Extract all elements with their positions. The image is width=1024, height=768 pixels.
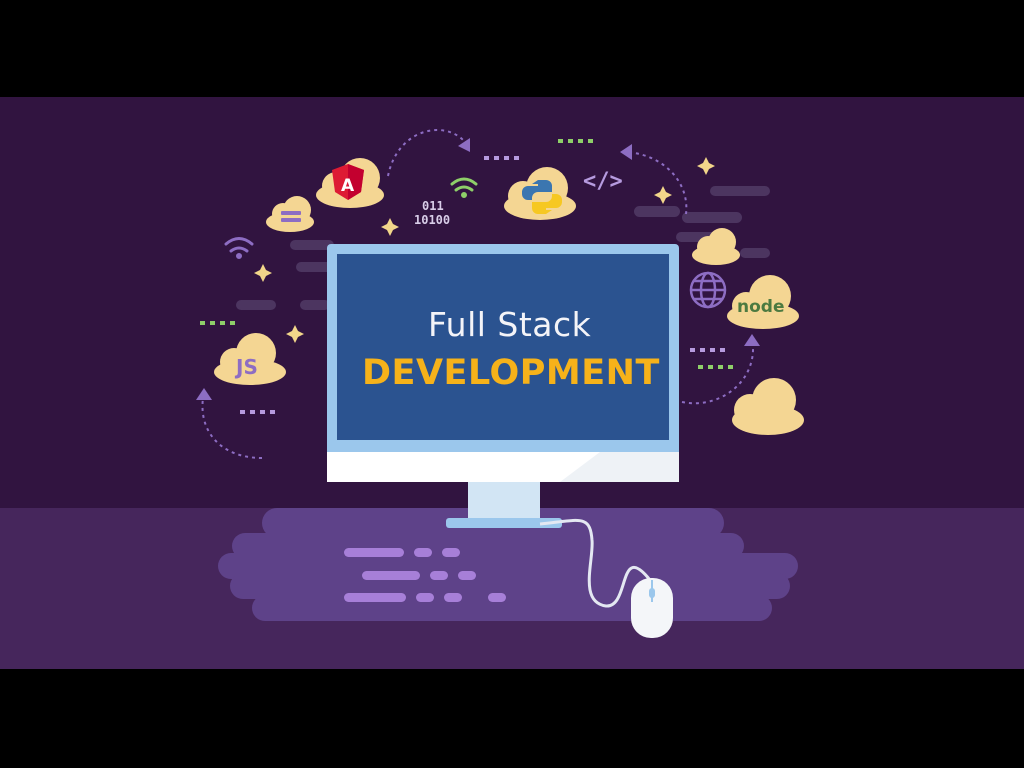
code-tag-icon: </> (583, 169, 623, 194)
node-icon: node (737, 297, 784, 317)
binary-line-2: 10100 (414, 213, 450, 227)
screen-subtitle: DEVELOPMENT (362, 353, 660, 393)
svg-text:A: A (341, 176, 355, 196)
js-icon: JS (234, 355, 258, 379)
screen-title: Full Stack (428, 305, 592, 344)
binary-line-1: 011 (422, 199, 444, 213)
full-stack-illustration: 011 10100 </> A JS node Full Stack DEVEL… (0, 0, 1024, 768)
mouse-icon (631, 578, 673, 638)
